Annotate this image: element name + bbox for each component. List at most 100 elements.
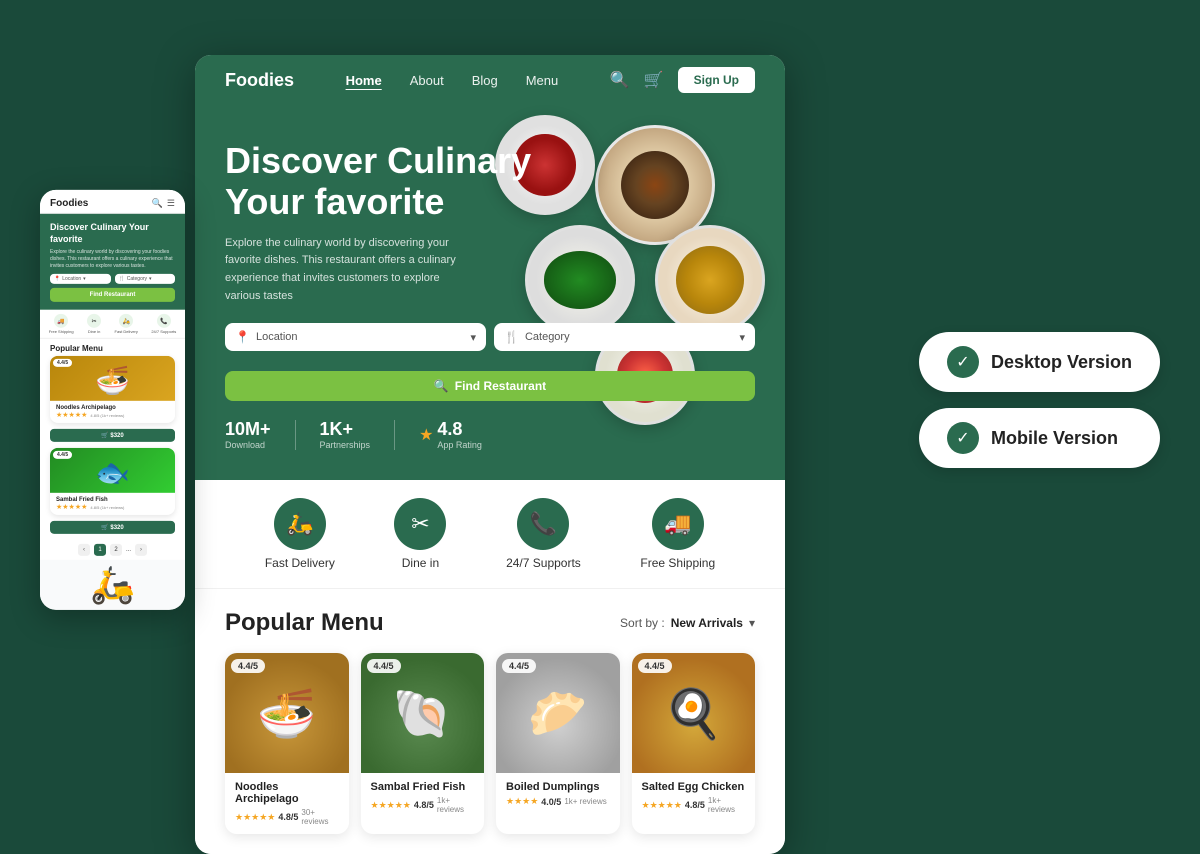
sort-by-control[interactable]: Sort by : New Arrivals ▾ (620, 616, 755, 630)
menu-grid: 4.4/5 Noodles Archipelago ★★★★★ 4.8/5 30… (225, 653, 755, 834)
mobile-pg-prev[interactable]: ‹ (78, 544, 90, 556)
dine-in-label: Dine in (402, 556, 439, 570)
mobile-check-icon: ✓ (947, 422, 979, 454)
mobile-card-fish-body: Sambal Fried Fish ★★★★★ 4.8/5 (1k+ revie… (50, 493, 175, 515)
mobile-feature-support: 📞 24/7 Supports (151, 314, 176, 334)
mobile-fish-rating: 4.4/5 (53, 451, 72, 459)
category-icon: 🍴 (504, 330, 519, 344)
mobile-find-btn[interactable]: Find Restaurant (50, 288, 175, 302)
menu-card-chicken[interactable]: 4.4/5 Salted Egg Chicken ★★★★★ 4.8/5 1k+… (632, 653, 756, 834)
247-supports-icon: 📞 (517, 498, 569, 550)
fish-card-image: 4.4/5 (361, 653, 485, 773)
mobile-pg-next[interactable]: › (135, 544, 147, 556)
nav-home[interactable]: Home (346, 73, 382, 88)
mobile-logo: Foodies (50, 198, 88, 209)
mobile-category-select[interactable]: 🍴Category▾ (115, 274, 176, 284)
free-shipping-icon: 🚚 (652, 498, 704, 550)
category-select[interactable]: 🍴 Category ▾ (494, 323, 755, 351)
mobile-pagination: ‹ 1 2 ... › (40, 540, 185, 560)
fast-delivery-icon: 🛵 (274, 498, 326, 550)
chicken-card-body: Salted Egg Chicken ★★★★★ 4.8/5 1k+ revie… (632, 773, 756, 822)
location-icon: 📍 (235, 330, 250, 344)
mobile-version-label: Mobile Version (991, 428, 1118, 449)
nav-about[interactable]: About (410, 73, 444, 88)
feature-free-shipping: 🚚 Free Shipping (640, 498, 715, 570)
mobile-feature-delivery: 🛵 Fast Delivery (115, 314, 138, 334)
desktop-nav: Foodies Home About Blog Menu 🔍 🛒 Sign Up (195, 55, 785, 105)
mobile-hero-desc: Explore the culinary world by discoverin… (50, 249, 175, 270)
hero-title: Discover Culinary Your favorite (225, 140, 755, 223)
mobile-nav: Foodies 🔍 ☰ (40, 190, 185, 214)
mobile-delivery-icon: 🛵 (119, 314, 133, 328)
search-bar: 📍 Location ▾ 🍴 Category ▾ (225, 323, 755, 351)
mobile-pg-2[interactable]: 2 (110, 544, 122, 556)
dumplings-rating-badge: 4.4/5 (502, 659, 536, 673)
mobile-card-noodles-body: Noodles Archipelago ★★★★★ 4.8/5 (1k+ rev… (50, 401, 175, 423)
247-supports-label: 24/7 Supports (506, 556, 581, 570)
stat-partnerships: 1K+ Partnerships (320, 419, 371, 450)
mobile-search-icon[interactable]: 🔍 (152, 198, 163, 209)
features-bar: 🛵 Fast Delivery ✂ Dine in 📞 24/7 Support… (195, 480, 785, 589)
mobile-menu-icon[interactable]: ☰ (167, 198, 175, 209)
menu-card-fish[interactable]: 4.4/5 Sambal Fried Fish ★★★★★ 4.8/5 1k+ … (361, 653, 485, 834)
mobile-search-row: 📍Location▾ 🍴Category▾ (50, 274, 175, 284)
nav-actions: 🔍 🛒 Sign Up (610, 67, 755, 93)
section-header: Popular Menu Sort by : New Arrivals ▾ (225, 609, 755, 637)
mobile-mockup: Foodies 🔍 ☰ Discover Culinary Your favor… (40, 190, 185, 610)
find-restaurant-button[interactable]: 🔍 Find Restaurant (225, 371, 755, 401)
menu-card-dumplings[interactable]: 4.4/5 Boiled Dumplings ★★★★ 4.0/5 1k+ re… (496, 653, 620, 834)
version-panel: ✓ Desktop Version ✓ Mobile Version (919, 332, 1160, 468)
mobile-freeshipping-icon: 🚚 (54, 314, 68, 328)
signup-button[interactable]: Sign Up (678, 67, 755, 93)
mobile-version-badge[interactable]: ✓ Mobile Version (919, 408, 1160, 468)
dumplings-stars: ★★★★ (506, 796, 538, 807)
mobile-pg-1[interactable]: 1 (94, 544, 106, 556)
rating-star-icon: ★ (419, 425, 433, 445)
nav-menu[interactable]: Menu (526, 73, 559, 88)
mobile-support-label: 24/7 Supports (151, 329, 176, 334)
noodles-card-image: 4.4/5 (225, 653, 349, 773)
dumplings-card-rating: ★★★★ 4.0/5 1k+ reviews (506, 796, 610, 807)
feature-dine-in: ✂ Dine in (394, 498, 446, 570)
dumplings-card-image: 4.4/5 (496, 653, 620, 773)
desktop-version-label: Desktop Version (991, 352, 1132, 373)
noodles-card-body: Noodles Archipelago ★★★★★ 4.8/5 30+ revi… (225, 773, 349, 834)
noodles-card-rating: ★★★★★ 4.8/5 30+ reviews (235, 808, 339, 826)
nav-blog[interactable]: Blog (472, 73, 498, 88)
delivery-illustration: 🛵 (90, 564, 135, 606)
mobile-add-to-cart-fish[interactable]: 🛒 $320 (50, 521, 175, 534)
mobile-decor: 🛵 (40, 560, 185, 610)
fish-card-rating: ★★★★★ 4.8/5 1k+ reviews (371, 796, 475, 814)
mobile-card-noodles: 4.4/5 🍜 Noodles Archipelago ★★★★★ 4.8/5 … (50, 356, 175, 423)
category-chevron: ▾ (739, 331, 745, 344)
fish-stars: ★★★★★ (371, 800, 411, 811)
mobile-card-fish-img: 4.4/5 🐟 (50, 448, 175, 493)
hero-stats: 10M+ Download 1K+ Partnerships ★ 4.8 App… (225, 419, 755, 450)
mobile-card-noodles-img: 4.4/5 🍜 (50, 356, 175, 401)
mobile-add-to-cart-noodles[interactable]: 🛒 $320 (50, 429, 175, 442)
mobile-features-bar: 🚚 Free Shipping ✂ Dine in 🛵 Fast Deliver… (40, 310, 185, 339)
chicken-card-name: Salted Egg Chicken (642, 781, 746, 793)
mobile-location-select[interactable]: 📍Location▾ (50, 274, 111, 284)
fish-card-body: Sambal Fried Fish ★★★★★ 4.8/5 1k+ review… (361, 773, 485, 822)
mobile-noodles-rating: 4.4/5 (53, 359, 72, 367)
mobile-pg-ellipsis: ... (126, 547, 131, 553)
desktop-version-badge[interactable]: ✓ Desktop Version (919, 332, 1160, 392)
mobile-freeshipping-label: Free Shipping (49, 329, 74, 334)
dumplings-card-name: Boiled Dumplings (506, 781, 610, 793)
find-btn-icon: 🔍 (434, 379, 449, 393)
noodles-stars: ★★★★★ (235, 812, 275, 823)
location-select[interactable]: 📍 Location ▾ (225, 323, 486, 351)
chicken-card-image: 4.4/5 (632, 653, 756, 773)
menu-card-noodles[interactable]: 4.4/5 Noodles Archipelago ★★★★★ 4.8/5 30… (225, 653, 349, 834)
stat-rating: ★ 4.8 App Rating (419, 419, 482, 450)
mobile-dinein-icon: ✂ (87, 314, 101, 328)
stat-divider-2 (394, 420, 395, 450)
sort-chevron-icon: ▾ (749, 616, 755, 630)
cart-icon[interactable]: 🛒 (644, 70, 664, 90)
search-icon[interactable]: 🔍 (610, 70, 630, 90)
feature-247-supports: 📞 24/7 Supports (506, 498, 581, 570)
mobile-section-title: Popular Menu (40, 339, 185, 356)
dumplings-card-body: Boiled Dumplings ★★★★ 4.0/5 1k+ reviews (496, 773, 620, 815)
noodles-rating-badge: 4.4/5 (231, 659, 265, 673)
